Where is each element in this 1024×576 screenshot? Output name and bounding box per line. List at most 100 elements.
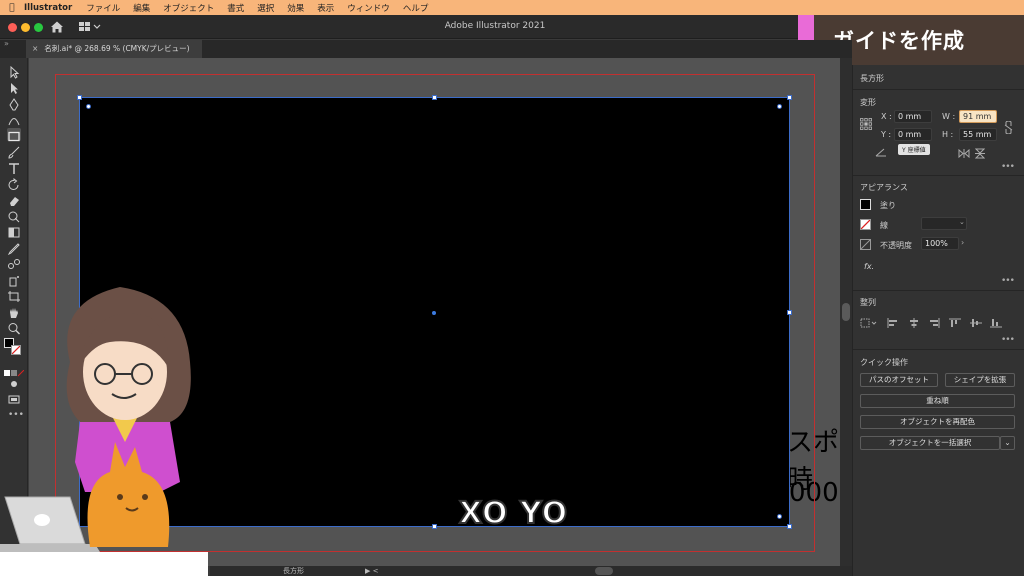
status-tool-label[interactable]: 長方形 — [283, 566, 304, 576]
offset-path-button[interactable]: パスのオフセット — [860, 373, 938, 387]
resize-handle-bottom-right[interactable] — [787, 524, 792, 529]
resize-handle-top-left[interactable] — [77, 95, 82, 100]
flip-horizontal-icon[interactable] — [958, 149, 970, 158]
align-center-v-icon[interactable] — [970, 318, 982, 328]
quick-actions-title: クイック操作 — [860, 358, 908, 367]
flip-vertical-icon[interactable] — [975, 148, 985, 159]
transform-more-icon[interactable]: ••• — [1001, 162, 1015, 172]
w-label: W : — [942, 112, 956, 121]
menu-effect[interactable]: 効果 — [287, 2, 304, 14]
resize-handle-top-right[interactable] — [787, 95, 792, 100]
white-block — [0, 552, 208, 576]
recolor-button[interactable]: オブジェクトを再配色 — [860, 415, 1015, 429]
document-tab-bar: × 名刺.ai* @ 268.69 % (CMYK/プレビュー) — [0, 40, 852, 58]
paintbrush-tool-icon[interactable] — [7, 144, 21, 159]
divider — [853, 175, 1024, 176]
appearance-stroke-swatch[interactable] — [860, 219, 871, 230]
h-label: H : — [942, 130, 954, 139]
resize-handle-top[interactable] — [432, 95, 437, 100]
menu-object[interactable]: オブジェクト — [163, 2, 214, 14]
collapse-panels-icon[interactable]: » — [4, 39, 9, 48]
illustrator-window:  Illustrator ファイル 編集 オブジェクト 書式 選択 効果 表示… — [0, 0, 1024, 576]
curvature-tool-icon[interactable] — [7, 112, 21, 126]
properties-panel: 長方形 変形 X : 0 mm W : 91 mm Y : 0 mm H : 5… — [852, 65, 1024, 576]
select-same-dropdown[interactable]: ⌄ — [1000, 436, 1015, 450]
x-input[interactable]: 0 mm — [894, 110, 932, 123]
arrange-button[interactable]: 重ね順 — [860, 394, 1015, 408]
align-center-h-icon[interactable] — [908, 318, 920, 328]
stroke-label[interactable]: 線 — [880, 220, 888, 231]
height-input[interactable]: 55 mm — [959, 128, 997, 141]
reference-point-icon[interactable] — [860, 118, 872, 130]
menu-app-name[interactable]: Illustrator — [24, 3, 72, 13]
type-tool-icon[interactable] — [7, 160, 21, 174]
gradient-tool-icon[interactable] — [7, 224, 21, 238]
corner-widget-top-right[interactable] — [777, 104, 782, 109]
center-point — [432, 311, 436, 315]
menu-type[interactable]: 書式 — [227, 2, 244, 14]
menu-window[interactable]: ウィンドウ — [347, 2, 390, 14]
corner-widget-top-left[interactable] — [86, 104, 91, 109]
blend-tool-icon[interactable] — [7, 256, 21, 269]
constrain-proportions-icon[interactable] — [1004, 121, 1013, 134]
width-input[interactable]: 91 mm — [959, 110, 997, 123]
y-input[interactable]: 0 mm — [894, 128, 932, 141]
horizontal-scroll-thumb[interactable] — [595, 567, 613, 575]
align-left-icon[interactable] — [887, 318, 899, 328]
menu-bar:  Illustrator ファイル 編集 オブジェクト 書式 選択 効果 表示… — [0, 0, 1024, 15]
vertical-scroll-thumb[interactable] — [842, 303, 850, 321]
rotate-angle-icon[interactable] — [875, 147, 887, 157]
divider — [853, 89, 1024, 90]
apple-icon[interactable]:  — [0, 3, 24, 13]
badge-title: ガイドを作成 — [833, 29, 965, 53]
align-top-icon[interactable] — [949, 318, 961, 328]
appearance-title: アピアランス — [860, 183, 908, 192]
fill-label: 塗り — [880, 201, 896, 210]
expand-shape-button[interactable]: シェイプを拡張 — [945, 373, 1015, 387]
opacity-icon[interactable] — [860, 239, 871, 250]
y-coordinate-tooltip: Y 座標値 — [898, 144, 930, 155]
document-tab-label: 名刺.ai* @ 268.69 % (CMYK/プレビュー) — [44, 44, 190, 53]
chevron-right-icon[interactable]: › — [961, 238, 964, 247]
y-label: Y : — [881, 130, 892, 139]
pen-tool-icon[interactable] — [7, 96, 21, 111]
selection-tool-icon[interactable] — [7, 64, 21, 79]
resize-handle-right[interactable] — [787, 310, 792, 315]
menu-help[interactable]: ヘルプ — [403, 2, 429, 14]
status-arrow-icon[interactable]: ▶ < — [365, 566, 378, 576]
shape-builder-tool-icon[interactable] — [7, 208, 21, 223]
eraser-tool-icon[interactable] — [7, 192, 21, 206]
align-to-icon[interactable] — [860, 318, 878, 328]
opacity-label[interactable]: 不透明度 — [880, 240, 912, 251]
appearance-fill-swatch[interactable] — [860, 199, 871, 210]
divider — [853, 290, 1024, 291]
fx-button[interactable]: fx. — [864, 262, 874, 271]
status-bar: 長方形 ▶ < — [210, 566, 852, 576]
eyedropper-tool-icon[interactable] — [7, 240, 21, 256]
x-label: X : — [881, 112, 892, 121]
menu-view[interactable]: 表示 — [317, 2, 334, 14]
vertical-scrollbar[interactable] — [840, 58, 852, 566]
menu-file[interactable]: ファイル — [86, 2, 120, 14]
align-title: 整列 — [860, 298, 876, 307]
direct-selection-tool-icon[interactable] — [7, 80, 21, 94]
mascot-illustration — [0, 287, 191, 552]
corner-widget-bottom-right[interactable] — [777, 514, 782, 519]
opacity-input[interactable]: 100% — [921, 237, 959, 250]
transform-title: 変形 — [860, 98, 876, 107]
document-tab[interactable]: × 名刺.ai* @ 268.69 % (CMYK/プレビュー) — [26, 40, 202, 58]
menu-edit[interactable]: 編集 — [133, 2, 150, 14]
rotate-tool-icon[interactable] — [7, 176, 21, 190]
menu-select[interactable]: 選択 — [257, 2, 274, 14]
close-icon[interactable]: × — [32, 44, 38, 53]
appearance-more-icon[interactable]: ••• — [1001, 276, 1015, 286]
resize-handle-bottom[interactable] — [432, 524, 437, 529]
chevron-down-icon[interactable]: ⌄ — [959, 218, 965, 226]
align-bottom-icon[interactable] — [990, 318, 1002, 328]
align-right-icon[interactable] — [928, 318, 940, 328]
chevron-down-icon: ⌄ — [1004, 438, 1011, 447]
divider — [853, 349, 1024, 350]
align-more-icon[interactable]: ••• — [1001, 335, 1015, 345]
select-same-button[interactable]: オブジェクトを一括選択 — [860, 436, 1000, 450]
rectangle-tool-icon[interactable] — [7, 128, 21, 142]
